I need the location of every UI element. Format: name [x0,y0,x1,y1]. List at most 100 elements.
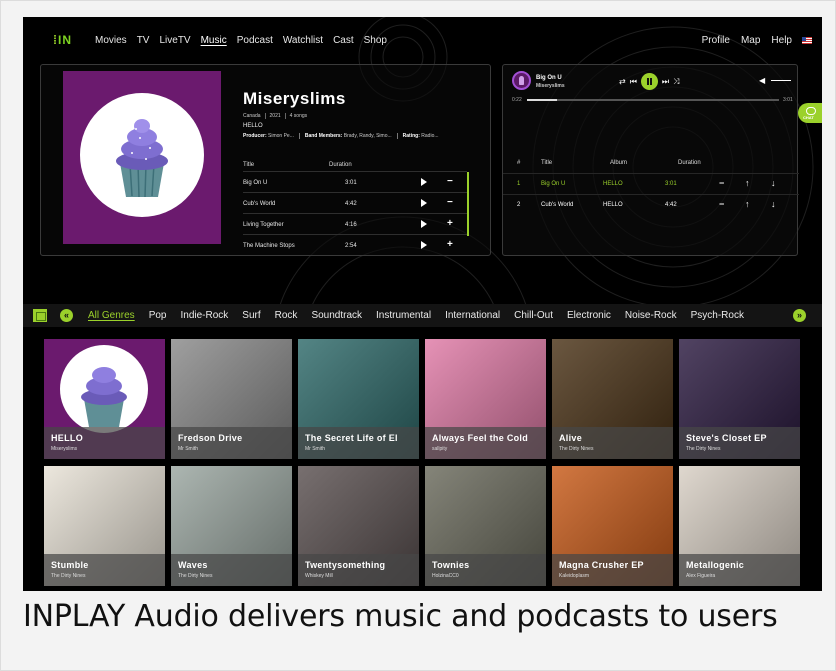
album-label: Stumble The Dirty Nines [44,554,165,586]
album-credit: Rating: Radio... [402,133,439,139]
genre-prev-icon[interactable]: « [60,309,73,322]
genre-surf[interactable]: Surf [242,310,260,321]
nav-item-music[interactable]: Music [201,35,227,46]
repeat-icon[interactable]: ⇄ [619,77,626,86]
remove-icon[interactable]: − [447,176,453,187]
volume-icon[interactable]: ◀ [759,76,765,85]
queue-row[interactable]: 1 Big On U HELLO 3:01 − ↑ ↓ [503,173,799,193]
nav-item-help[interactable]: Help [771,35,792,46]
track-row[interactable]: Big On U 3:01 − [243,171,467,192]
genre-all-genres[interactable]: All Genres [88,310,135,321]
album-name: Magna Crusher EP [559,560,644,570]
album-tile[interactable]: The Secret Life of El Mr Smith [298,339,419,459]
album-artist: Mr Smith [178,446,198,452]
album-name: The Secret Life of El [305,433,398,443]
album-tile[interactable]: Waves The Dirty Nines [171,466,292,586]
track-list-scrollbar[interactable] [467,172,469,236]
move-down-icon[interactable]: ↓ [771,199,776,209]
album-label: Metallogenic Alex Figueira [679,554,800,586]
nav-item-shop[interactable]: Shop [364,35,387,46]
pause-button[interactable] [640,73,658,90]
previous-icon[interactable]: ⏮ [630,77,637,87]
progress-bar[interactable] [527,99,779,101]
app-logo[interactable]: ⁞IN [53,33,72,47]
remove-icon[interactable]: − [719,178,724,188]
album-tile[interactable]: HELLO Miseryslims [44,339,165,459]
genre-rock[interactable]: Rock [275,310,298,321]
queue-title: Big On U [541,181,566,187]
genre-indie-rock[interactable]: Indie-Rock [180,310,228,321]
nav-item-livetv[interactable]: LiveTV [159,35,190,46]
album-meta: Canada 2021 4 songs [243,113,315,119]
track-row[interactable]: Living Together 4:16 + [243,213,467,234]
genre-soundtrack[interactable]: Soundtrack [311,310,362,321]
col-duration: Duration [329,162,352,168]
genre-bar: « All Genres Pop Indie-Rock Surf Rock Soundtr… [23,304,822,327]
track-row[interactable]: The Machine Stops 2:54 + [243,234,467,255]
album-artist: Miseryslims [51,446,78,452]
volume-slider[interactable] [771,80,791,81]
album-name: Townies [432,560,470,570]
genre-international[interactable]: International [445,310,500,321]
nav-item-profile[interactable]: Profile [702,35,730,46]
album-name: Steve's Closet EP [686,433,767,443]
album-tile[interactable]: Twentysomething Whiskey Mill [298,466,419,586]
genre-electronic[interactable]: Electronic [567,310,611,321]
nav-item-watchlist[interactable]: Watchlist [283,35,323,46]
track-duration: 4:16 [345,222,357,228]
add-icon[interactable]: + [447,239,453,250]
grid-view-icon[interactable] [33,309,47,322]
genre-instrumental[interactable]: Instrumental [376,310,431,321]
album-tile[interactable]: Always Feel the Cold sallpity [425,339,546,459]
nav-menu: Movies TV LiveTV Music Podcast Watchlist Cast S… [95,35,397,46]
us-flag-icon[interactable] [802,37,812,44]
move-up-icon[interactable]: ↑ [745,199,750,209]
nav-item-tv[interactable]: TV [137,35,150,46]
genre-noise-rock[interactable]: Noise-Rock [625,310,677,321]
album-tile[interactable]: Magna Crusher EP Kaleidoplasm [552,466,673,586]
genre-next-icon[interactable]: » [793,309,806,322]
album-name: Always Feel the Cold [432,433,529,443]
play-icon[interactable] [421,241,427,249]
album-tile[interactable]: Stumble The Dirty Nines [44,466,165,586]
queue-col-num: # [517,160,521,166]
nav-item-cast[interactable]: Cast [333,35,354,46]
album-tile[interactable]: Townies HolzinaCC0 [425,466,546,586]
album-artist: Kaleidoplasm [559,573,590,579]
play-icon[interactable] [421,199,427,207]
move-up-icon[interactable]: ↑ [745,178,750,188]
play-icon[interactable] [421,178,427,186]
album-name: Waves [178,560,208,570]
album-artist: The Dirty Nines [559,446,594,452]
queue-duration: 4:42 [665,202,677,208]
shuffle-icon[interactable]: ⤨ [673,77,679,87]
next-icon[interactable]: ⏭ [662,77,669,87]
nav-item-map[interactable]: Map [741,35,760,46]
album-tile[interactable]: Steve's Closet EP The Dirty Nines [679,339,800,459]
move-down-icon[interactable]: ↓ [771,178,776,188]
play-icon[interactable] [421,220,427,228]
queue-row[interactable]: 2 Cub's World HELLO 4:42 − ↑ ↓ [503,194,799,214]
genre-pop[interactable]: Pop [149,310,167,321]
add-icon[interactable]: + [447,218,453,229]
album-tile[interactable]: Alive The Dirty Nines [552,339,673,459]
album-artist: Mr Smith [305,446,325,452]
genre-psych-rock[interactable]: Psych-Rock [691,310,744,321]
album-label: Magna Crusher EP Kaleidoplasm [552,554,673,586]
album-tile[interactable]: Metallogenic Alex Figueira [679,466,800,586]
queue-col-title: Title [541,160,553,166]
remove-icon[interactable]: − [447,197,453,208]
nav-right-menu: Profile Map Help [691,35,812,46]
album-credit: Producer: Simon Pe... [243,133,300,139]
nav-item-movies[interactable]: Movies [95,35,127,46]
genre-chill-out[interactable]: Chill-Out [514,310,553,321]
app-screenshot: ⁞IN Movies TV LiveTV Music Podcast Watchlist C… [23,17,822,591]
track-row[interactable]: Cub's World 4:42 − [243,192,467,213]
album-artist: Whiskey Mill [305,573,333,579]
remove-icon[interactable]: − [719,199,724,209]
album-tile[interactable]: Fredson Drive Mr Smith [171,339,292,459]
now-playing-title: Big On U [536,75,562,81]
logo-text: IN [58,33,72,47]
nav-item-podcast[interactable]: Podcast [237,35,273,46]
chat-button[interactable]: CHAT [798,103,822,123]
